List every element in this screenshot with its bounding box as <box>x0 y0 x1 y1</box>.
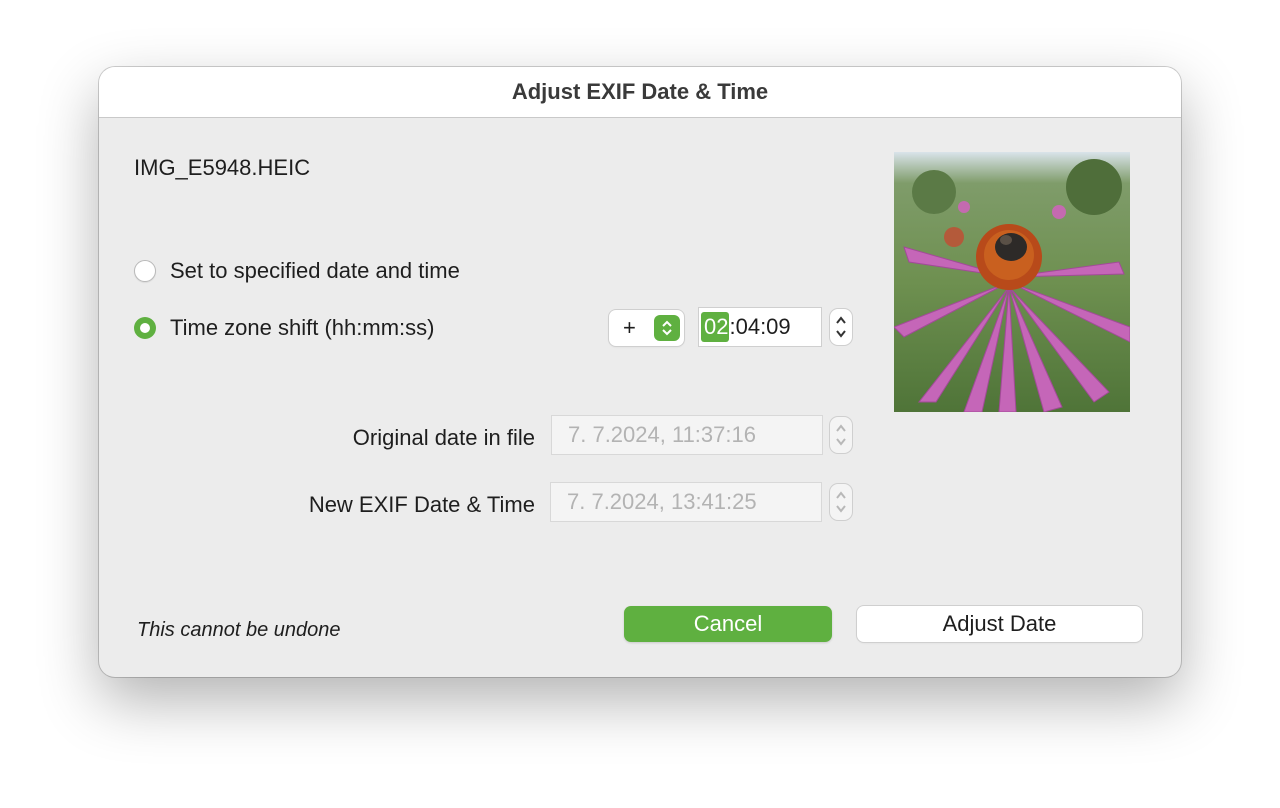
new-date-stepper <box>830 484 852 520</box>
stepper-arrows-icon <box>836 424 846 446</box>
shift-sign-value: + <box>623 315 636 340</box>
cancel-button[interactable]: Cancel <box>624 606 832 642</box>
stepper-arrows-icon <box>836 316 846 338</box>
dialog-title: Adjust EXIF Date & Time <box>99 67 1181 118</box>
original-date-stepper <box>830 417 852 453</box>
radio-button-off-icon[interactable] <box>134 260 156 282</box>
radio-shift-label: Time zone shift (hh:mm:ss) <box>170 315 435 340</box>
time-shift-minutes-seconds[interactable]: :04:09 <box>729 314 790 340</box>
time-shift-hours[interactable]: 02 <box>701 312 730 342</box>
shift-sign-select[interactable]: + <box>609 310 684 346</box>
adjust-exif-dialog: Adjust EXIF Date & Time IMG_E5948.HEIC S… <box>99 67 1181 677</box>
new-date-label: New EXIF Date & Time <box>308 492 535 517</box>
radio-specified-label: Set to specified date and time <box>170 258 460 283</box>
time-shift-field[interactable]: 02 :04:09 <box>699 308 821 346</box>
time-shift-stepper[interactable] <box>830 309 852 345</box>
radio-button-on-icon[interactable] <box>134 317 156 339</box>
stepper-arrows-icon <box>836 491 846 513</box>
radio-specified-date[interactable]: Set to specified date and time <box>134 258 460 284</box>
new-date-field: 7. 7.2024, 13:41:25 <box>551 483 821 521</box>
photo-thumbnail <box>893 152 1131 413</box>
radio-time-zone-shift[interactable]: Time zone shift (hh:mm:ss) <box>134 315 434 341</box>
updown-chevron-icon <box>654 315 680 341</box>
file-name: IMG_E5948.HEIC <box>134 155 311 180</box>
original-date-field: 7. 7.2024, 11:37:16 <box>552 416 822 454</box>
original-date-label: Original date in file <box>352 425 535 450</box>
undo-warning: This cannot be undone <box>137 619 341 641</box>
adjust-date-button[interactable]: Adjust Date <box>857 606 1142 642</box>
